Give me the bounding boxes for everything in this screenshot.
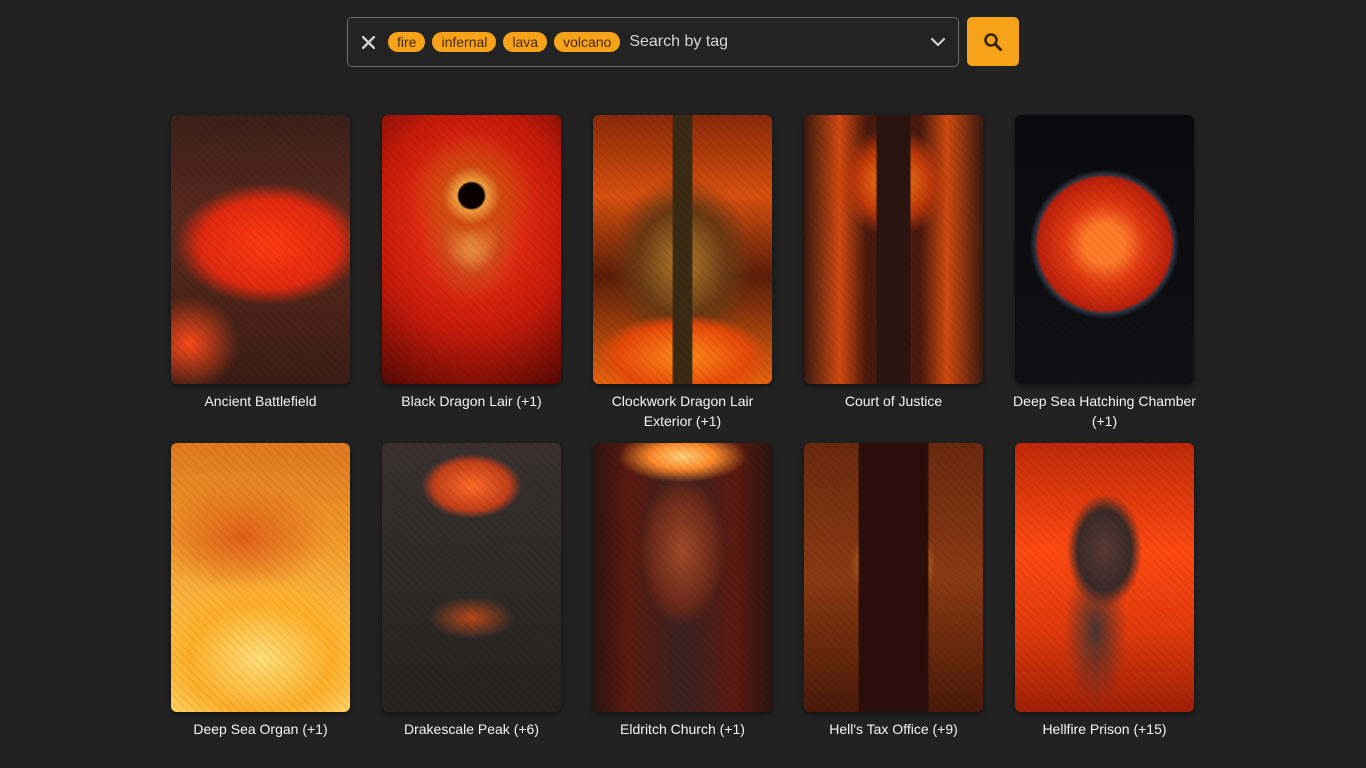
chevron-down-icon (930, 37, 946, 47)
search-button[interactable] (967, 17, 1019, 66)
map-card[interactable]: Court of Justice (804, 115, 983, 443)
tag-chip-fire[interactable]: fire (388, 32, 426, 52)
map-card[interactable]: Hell's Tax Office (+9) (804, 443, 983, 759)
map-thumbnail[interactable] (382, 443, 561, 712)
clear-tags-button[interactable] (348, 18, 388, 66)
map-title[interactable]: Hell's Tax Office (+9) (799, 719, 989, 759)
tag-chip-volcano[interactable]: volcano (554, 32, 621, 52)
map-thumbnail[interactable] (804, 443, 983, 712)
map-thumbnail[interactable] (1015, 443, 1194, 712)
map-title[interactable]: Court of Justice (799, 391, 989, 443)
map-card[interactable]: Ancient Battlefield (171, 115, 350, 443)
map-card[interactable]: Clockwork Dragon Lair Exterior (+1) (593, 115, 772, 443)
map-card[interactable]: Deep Sea Hatching Chamber (+1) (1013, 115, 1196, 443)
map-card[interactable]: Drakescale Peak (+6) (382, 443, 561, 759)
tag-chip-lava[interactable]: lava (503, 32, 548, 52)
map-card[interactable]: Eldritch Church (+1) (593, 443, 772, 759)
tag-search-input[interactable] (627, 27, 918, 57)
map-title[interactable]: Drakescale Peak (+6) (377, 719, 567, 759)
tag-search-box[interactable]: fire infernal lava volcano (347, 17, 959, 67)
map-card[interactable]: Black Dragon Lair (+1) (382, 115, 561, 443)
map-card[interactable]: Hellfire Prison (+15) (1015, 443, 1194, 759)
map-thumbnail[interactable] (171, 443, 350, 712)
map-thumbnail[interactable] (171, 115, 350, 384)
map-title[interactable]: Clockwork Dragon Lair Exterior (+1) (588, 391, 778, 443)
map-title[interactable]: Deep Sea Hatching Chamber (+1) (1010, 391, 1200, 443)
tags-dropdown-toggle[interactable] (918, 18, 958, 66)
map-thumbnail[interactable] (1015, 115, 1194, 384)
map-card[interactable]: Deep Sea Organ (+1) (171, 443, 350, 759)
search-icon (984, 32, 1002, 51)
map-thumbnail[interactable] (593, 443, 772, 712)
map-grid: Ancient Battlefield Black Dragon Lair (+… (171, 115, 1196, 759)
map-title[interactable]: Ancient Battlefield (166, 391, 356, 443)
map-title[interactable]: Black Dragon Lair (+1) (377, 391, 567, 443)
map-thumbnail[interactable] (382, 115, 561, 384)
map-thumbnail[interactable] (804, 115, 983, 384)
map-thumbnail[interactable] (593, 115, 772, 384)
map-title[interactable]: Deep Sea Organ (+1) (166, 719, 356, 759)
map-title[interactable]: Hellfire Prison (+15) (1010, 719, 1200, 759)
map-title[interactable]: Eldritch Church (+1) (588, 719, 778, 759)
tag-chip-infernal[interactable]: infernal (432, 32, 497, 52)
close-icon (361, 35, 375, 49)
